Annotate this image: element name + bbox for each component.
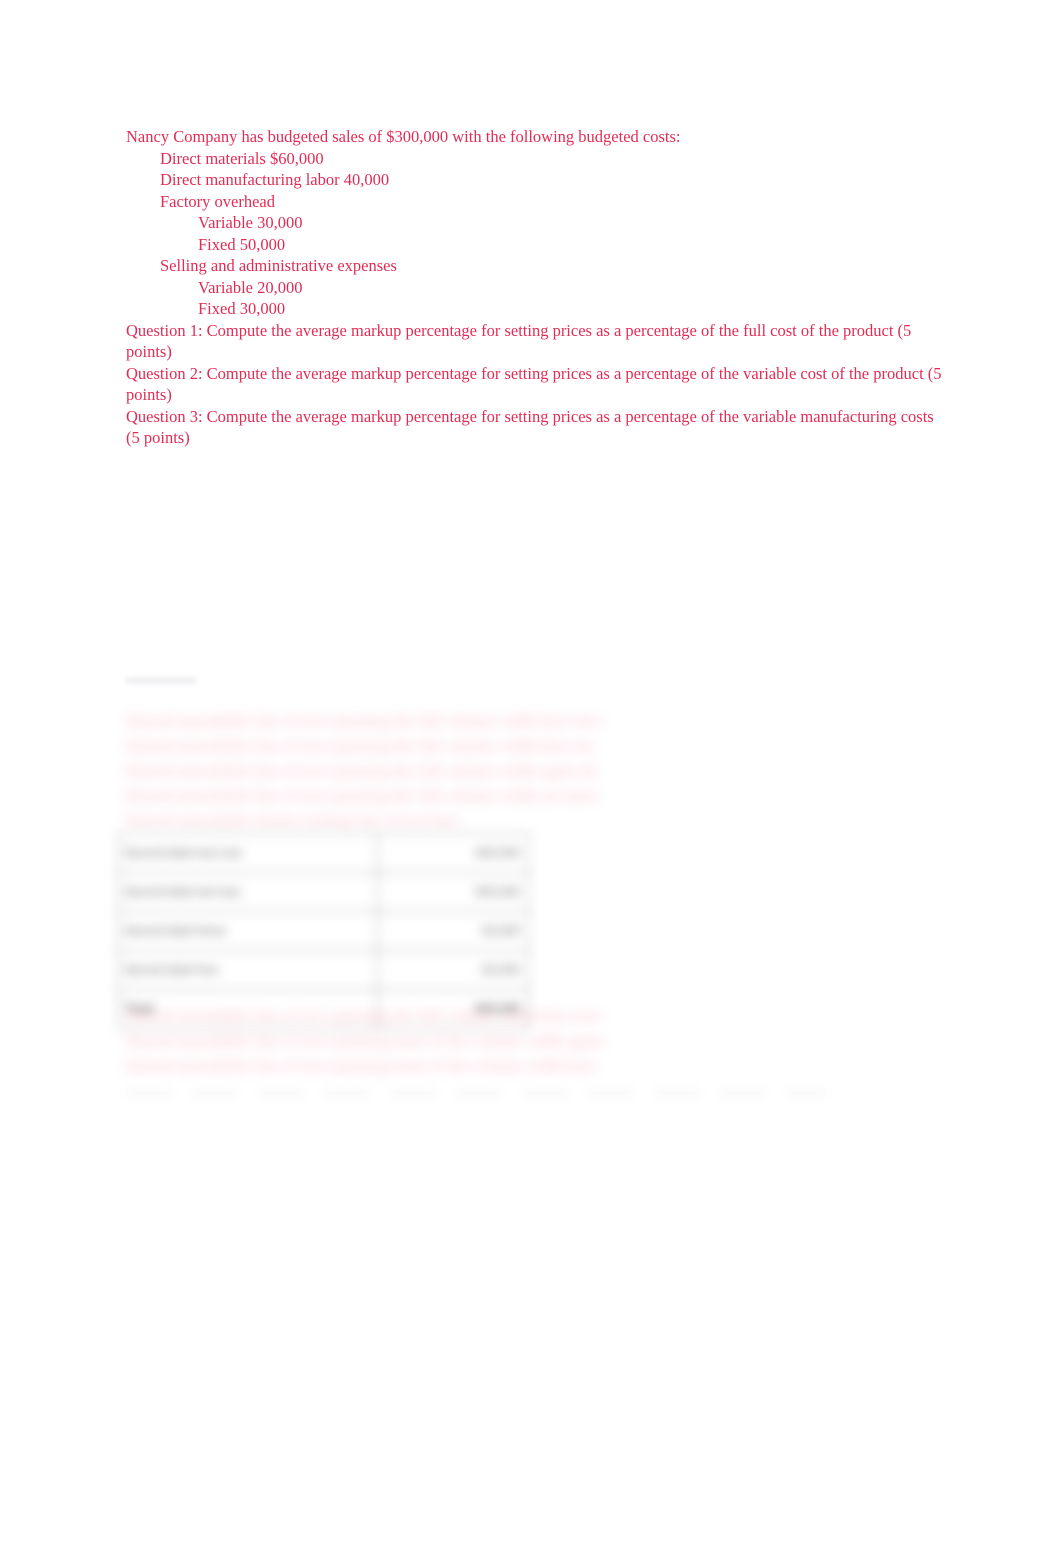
table-cell-value: 00,000 xyxy=(377,950,529,990)
blurred-line: blurred unreadable line of text spanning… xyxy=(126,761,597,780)
table-cell-label: blurred label three xyxy=(118,911,378,951)
cost-item-factory-overhead-variable: Variable 30,000 xyxy=(198,213,303,232)
table-cell-label: blurred label four xyxy=(118,950,378,990)
cost-item-factory-overhead: Factory overhead xyxy=(160,191,275,211)
blurred-line: blurred unreadable line of text spanning… xyxy=(126,711,602,730)
blurred-line: blurred unreadable line of text spanning… xyxy=(126,1031,604,1050)
table-row: blurred label text one 000,000 xyxy=(118,833,529,873)
table-cell-value: 00,000 xyxy=(377,911,529,951)
intro-paragraph: Nancy Company has budgeted sales of $300… xyxy=(126,127,681,146)
table-row: blurred label three 00,000 xyxy=(118,911,529,951)
table-cell-value: 000,000 xyxy=(377,872,529,912)
cost-item-direct-manufacturing-labor: Direct manufacturing labor 40,000 xyxy=(160,170,390,189)
cost-item-direct-materials: Direct materials $60,000 xyxy=(160,148,324,168)
table-row: blurred label four 00,000 xyxy=(118,950,529,990)
table-cell-label: blurred label text two xyxy=(118,872,378,912)
table: blurred label text one 000,000 blurred l… xyxy=(118,833,529,1029)
blurred-fineprint-strip xyxy=(126,1088,826,1098)
question-3: Question 3: Compute the average markup p… xyxy=(126,406,934,448)
blurred-line: blurred unreadable line of text spanning… xyxy=(126,1056,596,1075)
cost-item-selling-administrative-fixed: Fixed 30,000 xyxy=(198,299,286,318)
blurred-line: blurred unreadable line of text spanning… xyxy=(126,1006,602,1025)
cost-item-factory-overhead-fixed: Fixed 50,000 xyxy=(198,234,286,254)
blurred-line: blurred unreadable line of text spanning… xyxy=(126,786,599,805)
table-row: blurred label text two 000,000 xyxy=(118,872,529,912)
blurred-paragraph-bottom: blurred unreadable line of text spanning… xyxy=(126,1003,848,1078)
question-2: Question 2: Compute the average markup p… xyxy=(126,363,942,405)
table-cell-value: 000,000 xyxy=(377,833,529,873)
blurred-data-table: blurred label text one 000,000 blurred l… xyxy=(118,833,529,1029)
document-page: Nancy Company has budgeted sales of $300… xyxy=(0,0,1062,1556)
blurred-paragraph-top: blurred unreadable line of text spanning… xyxy=(126,708,848,833)
cost-item-selling-administrative: Selling and administrative expenses xyxy=(160,256,397,275)
question-1: Question 1: Compute the average markup p… xyxy=(126,320,912,362)
blurred-line: blurred unreadable line of text spanning… xyxy=(126,736,594,755)
document-body: Nancy Company has budgeted sales of $300… xyxy=(126,126,942,449)
table-cell-label: blurred label text one xyxy=(118,833,378,873)
blurred-line: blurred unreadable shorter trailing line… xyxy=(126,811,460,830)
faint-line-artifact xyxy=(126,678,196,683)
cost-item-selling-administrative-variable: Variable 20,000 xyxy=(198,277,303,297)
